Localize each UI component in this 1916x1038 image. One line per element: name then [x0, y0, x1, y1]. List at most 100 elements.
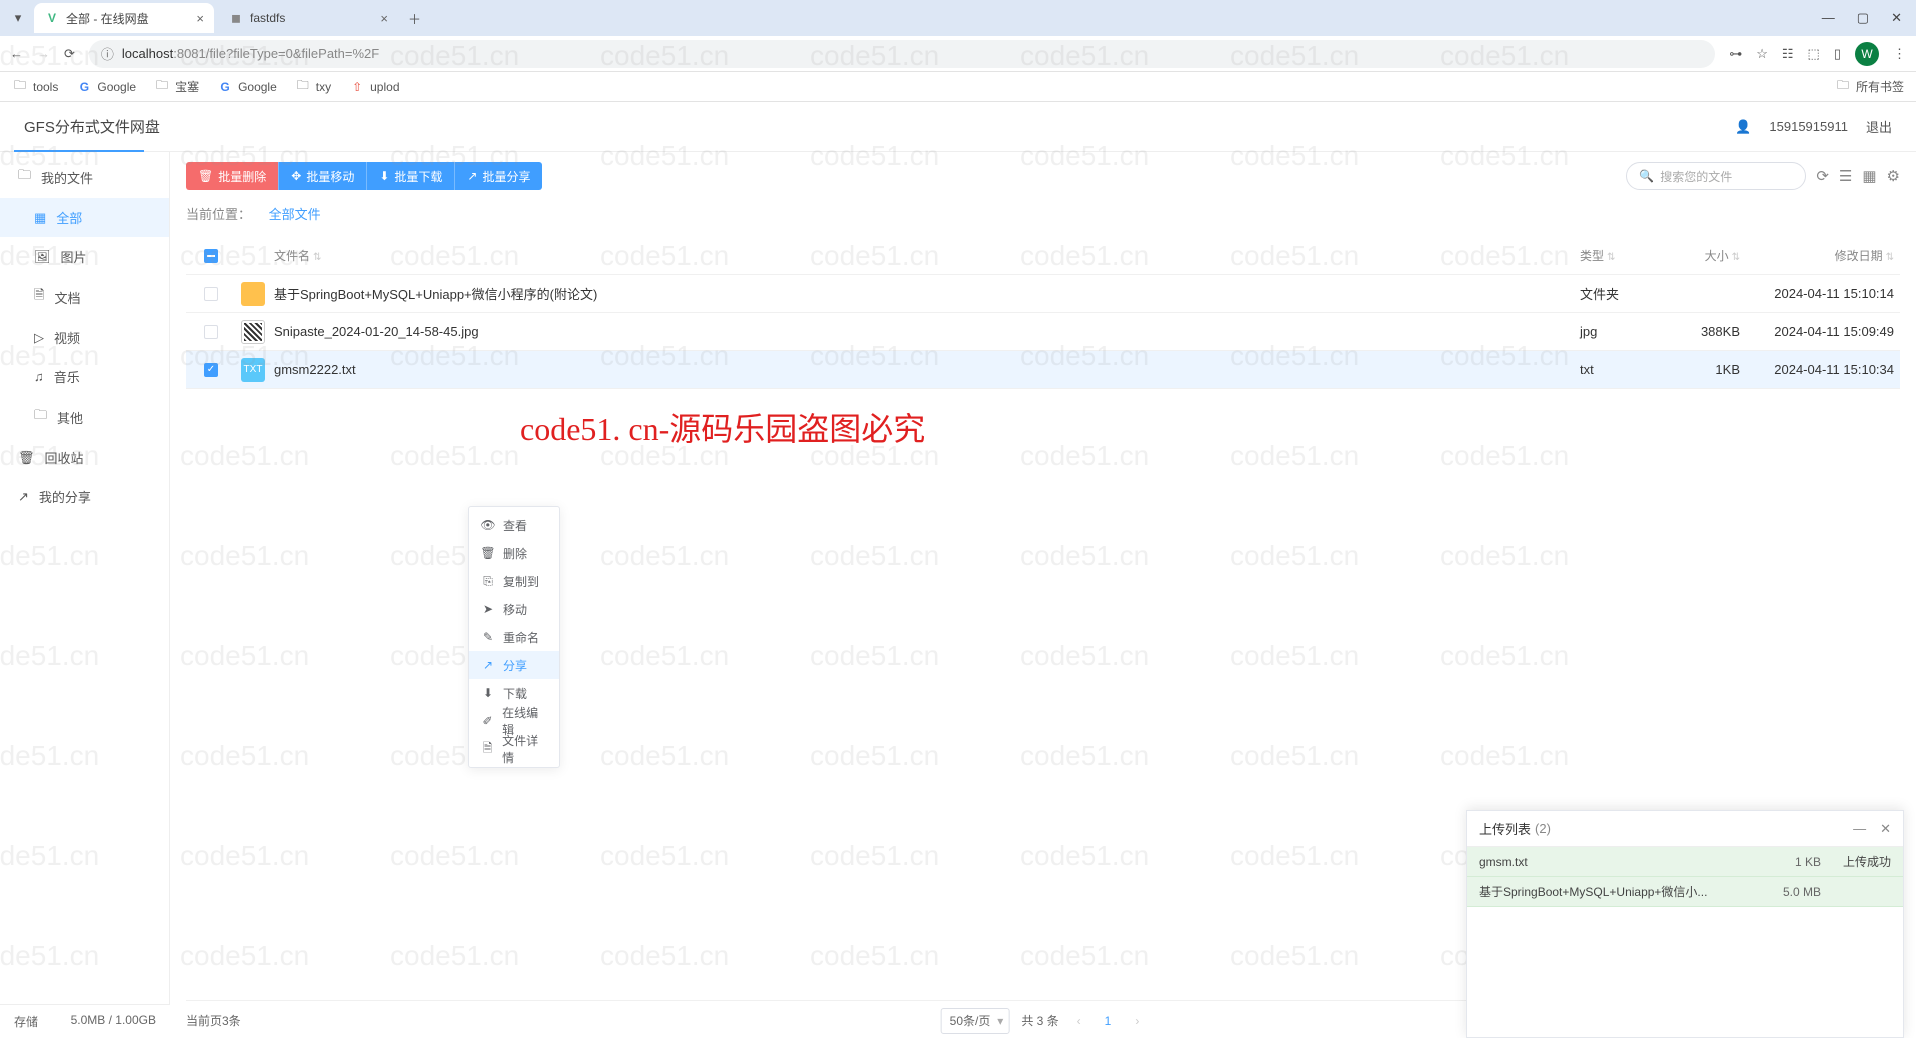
folder-icon: 🗀 — [295, 79, 311, 95]
pager-next-icon[interactable]: › — [1129, 1014, 1145, 1028]
select-all-checkbox[interactable] — [204, 249, 218, 263]
ctx-delete[interactable]: 🗑删除 — [469, 539, 559, 567]
search-input[interactable]: 🔍搜索您的文件 — [1626, 162, 1806, 190]
panel-icon[interactable]: ▯ — [1834, 46, 1841, 62]
pager-current[interactable]: 1 — [1099, 1014, 1118, 1028]
row-checkbox[interactable]: ✓ — [204, 363, 218, 377]
bookmark-item[interactable]: GGoogle — [217, 79, 277, 95]
bookmark-item[interactable]: ⇧uplod — [349, 79, 399, 95]
sidebar-item-other[interactable]: 🗀其他 — [0, 396, 169, 438]
file-type: jpg — [1580, 324, 1670, 339]
maximize-icon[interactable]: ▢ — [1857, 10, 1869, 26]
extension-icon[interactable]: ⬚ — [1808, 46, 1820, 62]
pager-summary: 当前页3条 — [186, 1012, 241, 1029]
table-row[interactable]: ✓ TXT gmsm2222.txt txt 1KB 2024-04-11 15… — [186, 351, 1900, 389]
sort-icon[interactable]: ⇅ — [313, 252, 321, 263]
edit-icon: ✎ — [481, 630, 495, 644]
sidebar-item-trash[interactable]: 🗑回收站 — [0, 438, 169, 477]
table-row[interactable]: 基于SpringBoot+MySQL+Uniapp+微信小程序的(附论文) 文件… — [186, 275, 1900, 313]
trash-icon: 🗑 — [481, 546, 495, 560]
ctx-edit-online[interactable]: ✐在线编辑 — [469, 707, 559, 735]
bookmark-star-icon[interactable]: ☆ — [1756, 46, 1768, 62]
upload-row: 基于SpringBoot+MySQL+Uniapp+微信小... 5.0 MB — [1467, 877, 1903, 907]
ctx-copy[interactable]: ⎘复制到 — [469, 567, 559, 595]
sidebar-item-video[interactable]: ▷视频 — [0, 318, 169, 357]
address-bar[interactable]: ⓘ localhost:8081/file?fileType=0&filePat… — [89, 40, 1715, 68]
file-name[interactable]: gmsm2222.txt — [270, 362, 1580, 377]
minimize-icon[interactable]: — — [1822, 10, 1835, 26]
close-window-icon[interactable]: ✕ — [1891, 10, 1902, 26]
ctx-move[interactable]: ➤移动 — [469, 595, 559, 623]
site-info-icon[interactable]: ⓘ — [101, 44, 114, 63]
upload-status: 上传成功 — [1821, 853, 1891, 870]
row-checkbox[interactable] — [204, 325, 218, 339]
sidebar-item-all[interactable]: ▦全部 — [0, 198, 169, 237]
batch-delete-button[interactable]: 🗑批量删除 — [186, 162, 278, 190]
menu-icon[interactable]: ⋮ — [1893, 46, 1906, 62]
forward-icon[interactable]: → — [37, 46, 50, 61]
sidebar-item-music[interactable]: ♫音乐 — [0, 357, 169, 396]
tab-dropdown-icon[interactable]: ▾ — [8, 8, 28, 28]
arrow-icon: ➤ — [481, 602, 495, 616]
bookmark-item[interactable]: 🗀txy — [295, 79, 331, 95]
new-tab-button[interactable]: ＋ — [408, 9, 421, 28]
folder-icon: 🗀 — [18, 166, 31, 188]
batch-share-button[interactable]: ↗批量分享 — [454, 162, 542, 190]
refresh-icon[interactable]: ⟳ — [1816, 167, 1829, 185]
sidebar-item-myfiles[interactable]: 🗀我的文件 — [0, 156, 169, 198]
upload-filename: gmsm.txt — [1479, 855, 1761, 869]
batch-download-button[interactable]: ⬇批量下载 — [366, 162, 454, 190]
settings-icon[interactable]: ⚙ — [1887, 167, 1900, 185]
minimize-panel-icon[interactable]: — — [1853, 821, 1866, 837]
extensions-icon[interactable]: ☷ — [1782, 46, 1794, 62]
close-panel-icon[interactable]: ✕ — [1880, 821, 1891, 837]
file-name[interactable]: Snipaste_2024-01-20_14-58-45.jpg — [270, 324, 1580, 339]
logout-link[interactable]: 退出 — [1866, 117, 1892, 136]
sort-icon[interactable]: ⇅ — [1607, 252, 1615, 263]
sidebar-item-share[interactable]: ↗我的分享 — [0, 477, 169, 516]
doc-icon: 🗎 — [34, 286, 44, 308]
upload-size: 5.0 MB — [1761, 885, 1821, 899]
table-row[interactable]: Snipaste_2024-01-20_14-58-45.jpg jpg 388… — [186, 313, 1900, 351]
url-host: localhost — [122, 46, 173, 61]
ctx-rename[interactable]: ✎重命名 — [469, 623, 559, 651]
ctx-view[interactable]: 👁查看 — [469, 511, 559, 539]
breadcrumb-link[interactable]: 全部文件 — [269, 207, 321, 222]
sort-icon[interactable]: ⇅ — [1732, 252, 1740, 263]
share-icon: ↗ — [18, 489, 29, 505]
folder-icon — [241, 282, 265, 306]
folder-icon: 🗀 — [12, 79, 28, 95]
video-icon: ▷ — [34, 330, 44, 346]
copy-icon: ⎘ — [481, 574, 495, 589]
page-size-select[interactable]: 50条/页 — [941, 1008, 1010, 1034]
sidebar-item-docs[interactable]: 🗎文档 — [0, 276, 169, 318]
bookmark-item[interactable]: GGoogle — [76, 79, 136, 95]
sidebar-item-images[interactable]: 🖼图片 — [0, 237, 169, 276]
bookmark-item[interactable]: 🗀宝塞 — [154, 78, 199, 95]
ctx-share[interactable]: ↗分享 — [469, 651, 559, 679]
grid-view-icon[interactable]: ▦ — [1862, 167, 1876, 185]
folder-icon: 🗀 — [34, 406, 47, 428]
reload-icon[interactable]: ⟳ — [64, 46, 75, 62]
file-size: 1KB — [1670, 362, 1750, 377]
browser-tab-active[interactable]: V 全部 - 在线网盘 × — [34, 3, 214, 33]
list-view-icon[interactable]: ☰ — [1839, 167, 1852, 185]
bookmark-item[interactable]: 🗀tools — [12, 79, 58, 95]
batch-move-button[interactable]: ✥批量移动 — [278, 162, 366, 190]
upload-icon: ⇧ — [349, 79, 365, 95]
close-tab-icon[interactable]: × — [196, 11, 204, 26]
ctx-download[interactable]: ⬇下载 — [469, 679, 559, 707]
back-icon[interactable]: ← — [10, 46, 23, 61]
file-name[interactable]: 基于SpringBoot+MySQL+Uniapp+微信小程序的(附论文) — [270, 284, 1580, 303]
sort-icon[interactable]: ⇅ — [1886, 252, 1894, 263]
all-bookmarks[interactable]: 🗀所有书签 — [1835, 78, 1904, 95]
browser-tab-inactive[interactable]: ◼ fastdfs × — [218, 3, 398, 33]
pager-prev-icon[interactable]: ‹ — [1071, 1014, 1087, 1028]
profile-avatar[interactable]: W — [1855, 42, 1879, 66]
close-tab-icon[interactable]: × — [380, 11, 388, 26]
url-port: :8081 — [173, 46, 206, 61]
file-type: txt — [1580, 362, 1670, 377]
password-icon[interactable]: ⊶ — [1729, 46, 1742, 62]
row-checkbox[interactable] — [204, 287, 218, 301]
ctx-details[interactable]: 🗎文件详情 — [469, 735, 559, 763]
